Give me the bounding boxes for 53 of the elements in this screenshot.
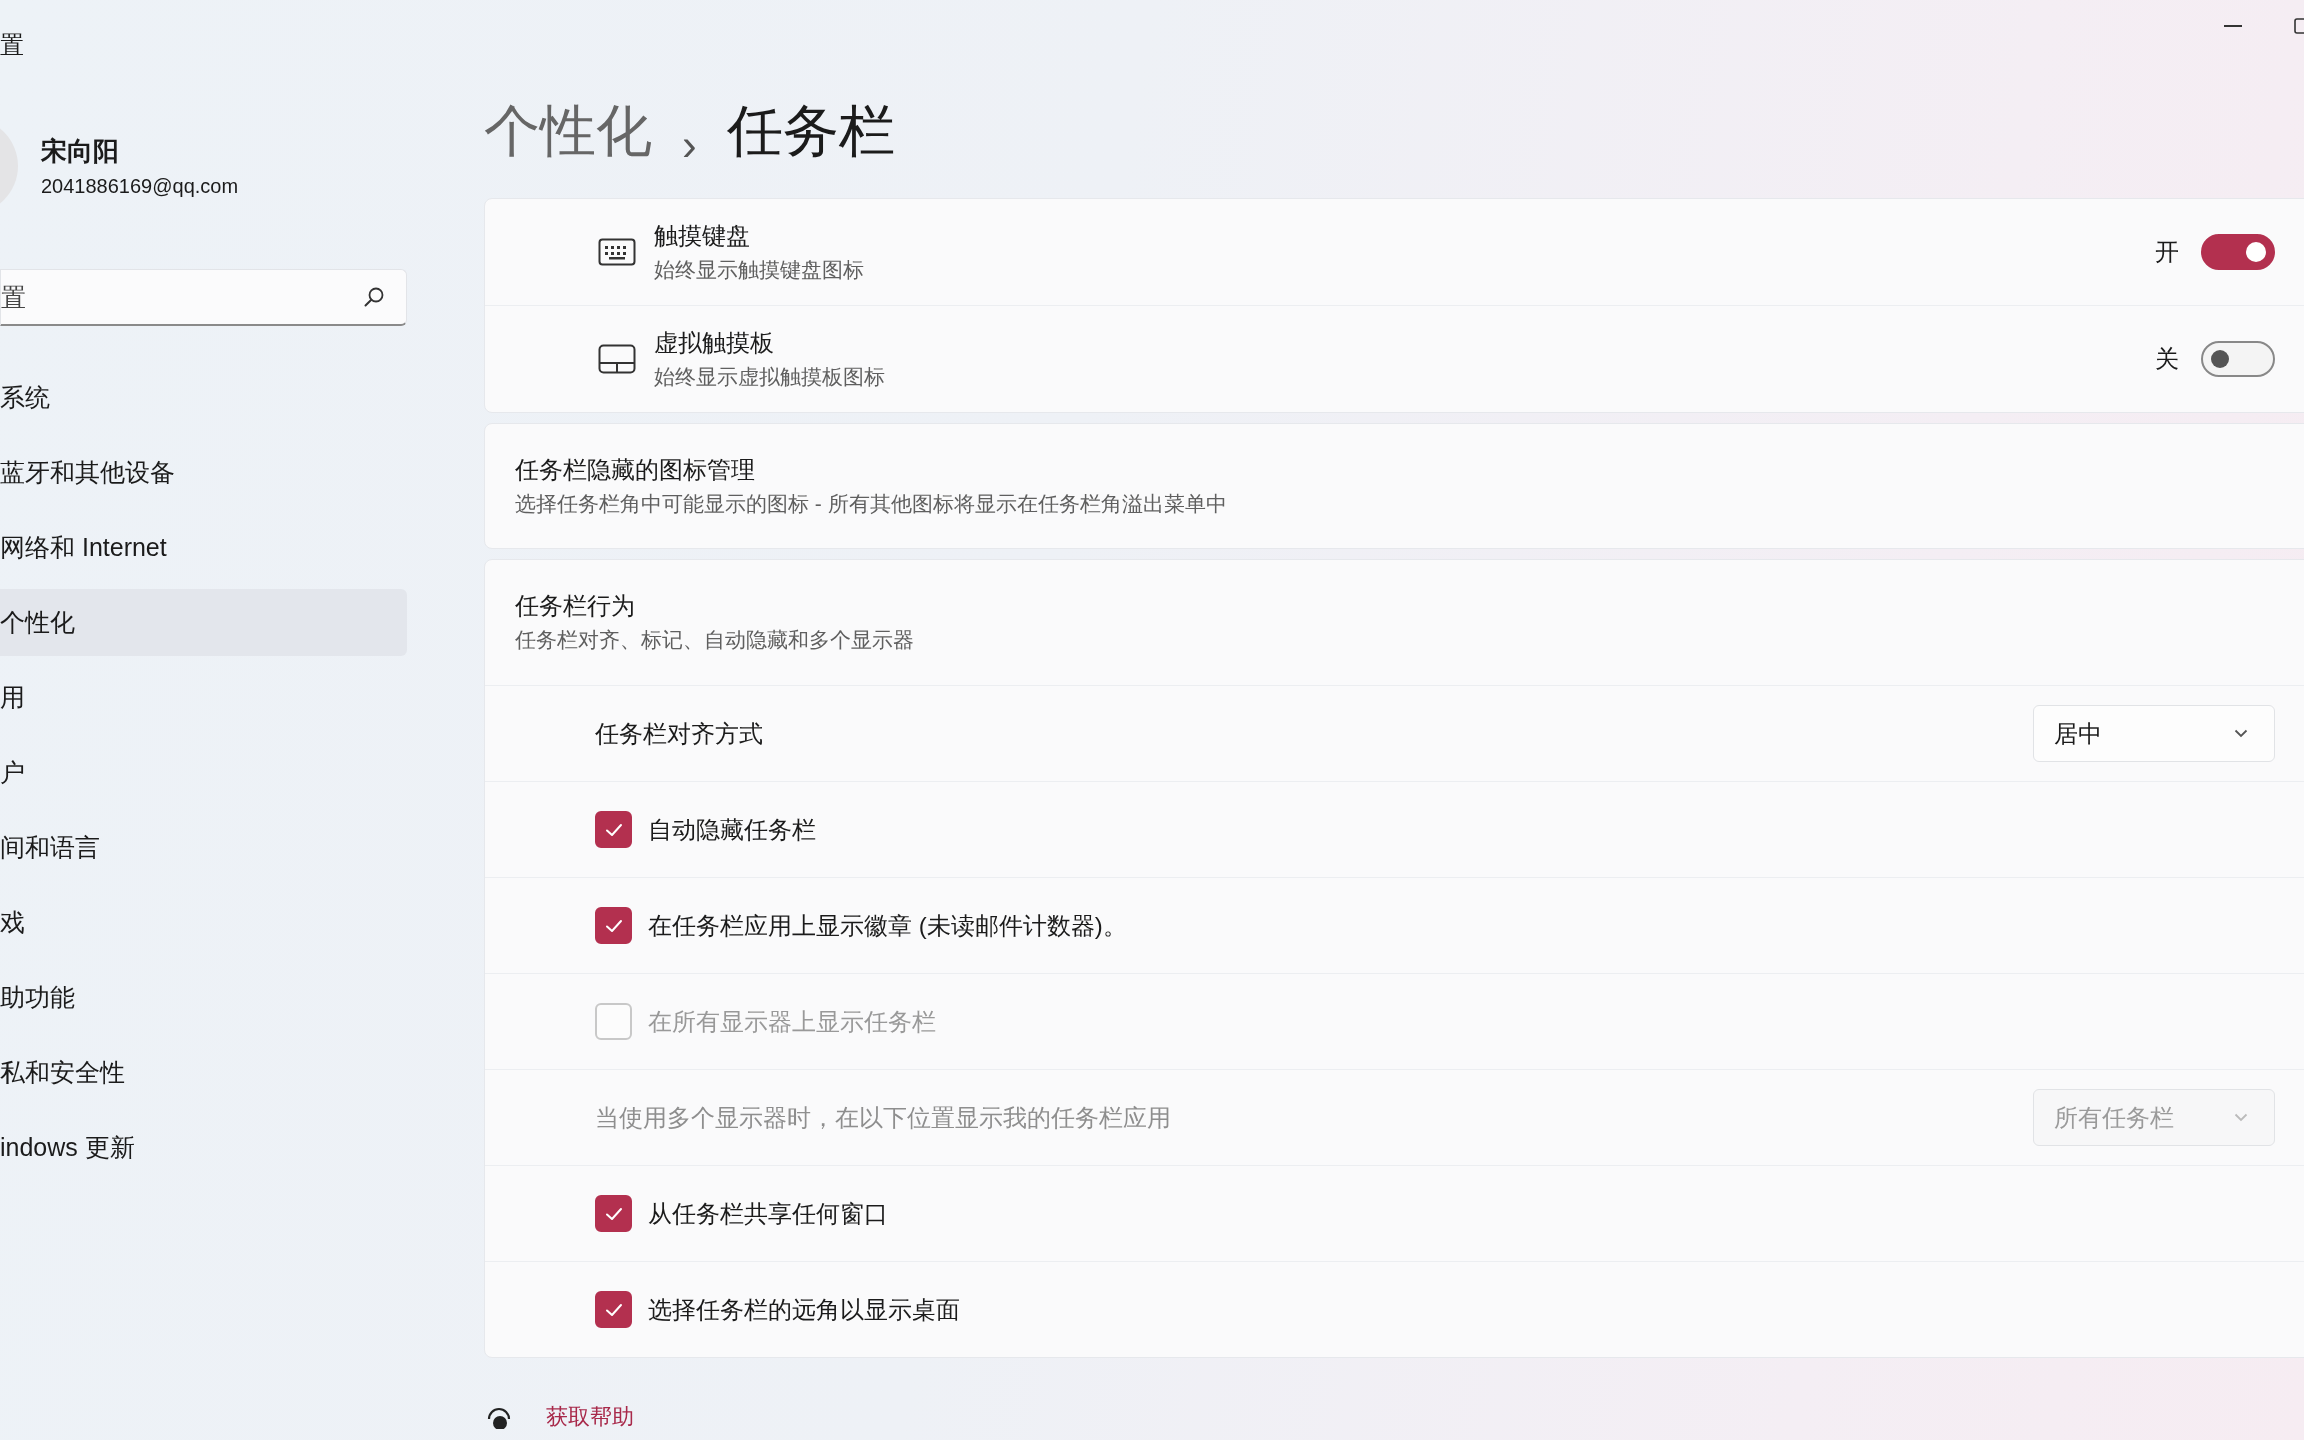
toggle-switch[interactable] (2201, 234, 2275, 270)
checkmark-icon (603, 821, 624, 838)
setting-title: 触摸键盘 (654, 221, 751, 251)
setting-description: 选择任务栏角中可能显示的图标 - 所有其他图标将显示在任务栏角溢出菜单中 (515, 491, 1228, 517)
nav-item[interactable]: 网络和 Internet (0, 514, 407, 581)
nav-item[interactable]: 个性化 (0, 589, 407, 656)
setting-description: 始终显示触摸键盘图标 (654, 257, 865, 283)
nav-item[interactable]: indows 更新 (0, 1114, 407, 1181)
setting-label: 任务栏对齐方式 (595, 718, 764, 749)
nav-item[interactable]: 间和语言 (0, 814, 407, 881)
settings-card[interactable]: 任务栏隐藏的图标管理 选择任务栏角中可能显示的图标 - 所有其他图标将显示在任务栏角溢出菜单中 (484, 423, 2304, 549)
account-name: 宋向阳 (41, 135, 120, 168)
toggle-state-label: 关 (2155, 344, 2179, 374)
dropdown[interactable]: 居中 (2033, 705, 2275, 762)
window-title: 置 (0, 30, 25, 60)
chevron-down-icon (2234, 1113, 2248, 1122)
checkbox[interactable] (595, 811, 632, 848)
nav-item[interactable]: 户 (0, 739, 407, 806)
account-email: 2041886169@qq.com (41, 175, 239, 198)
setting-label: 当使用多个显示器时，在以下位置显示我的任务栏应用 (595, 1102, 1172, 1133)
nav-item[interactable]: 系统 (0, 364, 407, 431)
checkmark-icon (603, 917, 624, 934)
breadcrumb-parent[interactable]: 个性化 (484, 94, 652, 170)
help-link[interactable]: 获取帮助 (546, 1402, 634, 1432)
search-icon[interactable] (363, 286, 385, 308)
toggle-state-label: 开 (2155, 237, 2179, 267)
checkmark-icon (603, 1301, 624, 1318)
page-title: 任务栏 (726, 98, 895, 164)
search-field[interactable]: 置 (0, 269, 407, 326)
checkmark-icon (603, 1205, 624, 1222)
setting-title: 任务栏隐藏的图标管理 (515, 455, 756, 485)
checkbox[interactable] (595, 1195, 632, 1232)
setting-description: 任务栏对齐、标记、自动隐藏和多个显示器 (515, 627, 915, 653)
touchpad-icon (598, 344, 636, 374)
toggle-switch[interactable] (2201, 341, 2275, 377)
setting-title: 虚拟触摸板 (654, 328, 775, 358)
nav-item[interactable]: 戏 (0, 889, 407, 956)
checkbox-label[interactable]: 从任务栏共享任何窗口 (648, 1197, 888, 1230)
nav-item[interactable]: 私和安全性 (0, 1039, 407, 1106)
breadcrumb-separator: › (682, 120, 697, 170)
setting-title: 任务栏行为 (515, 591, 636, 621)
help-icon (486, 1405, 512, 1429)
nav-item[interactable]: 蓝牙和其他设备 (0, 439, 407, 506)
checkbox[interactable] (595, 1291, 632, 1328)
nav-item[interactable]: 助功能 (0, 964, 407, 1031)
keyboard-icon (598, 238, 636, 266)
chevron-down-icon (2234, 729, 2248, 738)
setting-description: 始终显示虚拟触摸板图标 (654, 364, 886, 390)
checkbox[interactable] (595, 907, 632, 944)
checkbox-label[interactable]: 自动隐藏任务栏 (648, 813, 816, 846)
checkbox-label[interactable]: 选择任务栏的远角以显示桌面 (648, 1293, 960, 1326)
nav-item[interactable]: 用 (0, 664, 407, 731)
checkbox-label[interactable]: 在任务栏应用上显示徽章 (未读邮件计数器)。 (648, 909, 1127, 942)
